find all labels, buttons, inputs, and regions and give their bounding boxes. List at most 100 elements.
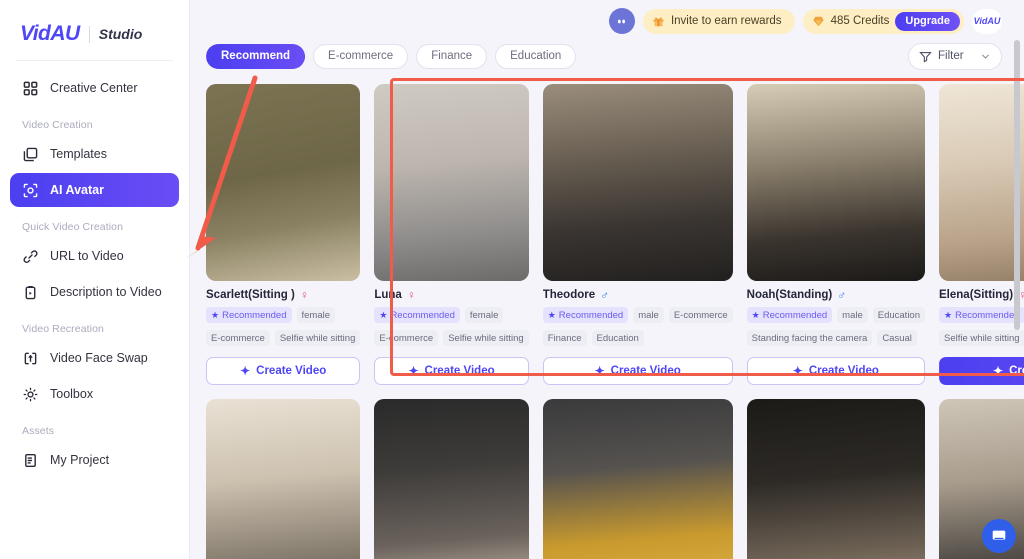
create-video-button[interactable]: ✦ Create Video	[542, 357, 733, 385]
chat-support-button[interactable]	[982, 519, 1016, 553]
vertical-scrollbar[interactable]	[1014, 40, 1020, 330]
avatar-tag: Finance	[542, 330, 587, 346]
avatar-tag: E-commerce	[206, 330, 270, 346]
avatar-tag: Standing facing the camera	[746, 330, 873, 346]
avatar-image	[746, 84, 926, 281]
app-root: VidAU Studio Creative Center Video Creat…	[0, 0, 1024, 559]
avatar-grid: Scarlett(Sitting ) ♀ ★ Recommended female E-c…	[206, 76, 1024, 559]
sidebar-item-label: Video Face Swap	[50, 351, 148, 365]
diamond-icon	[813, 16, 824, 26]
sparkle-icon: ✦	[240, 364, 251, 378]
avatar-card[interactable]	[206, 399, 361, 559]
tab-finance[interactable]: Finance	[416, 43, 488, 69]
sparkle-icon: ✦	[408, 364, 419, 378]
avatar-tag: Education	[591, 330, 644, 346]
avatar-thumbnail[interactable]	[746, 84, 926, 281]
sidebar-item-url-to-video[interactable]: URL to Video	[10, 239, 179, 273]
recommended-label: Recommended	[390, 309, 455, 321]
avatar-thumbnail[interactable]	[374, 399, 529, 559]
avatar-tag-row: Standing facing the camera Casual	[746, 330, 925, 347]
avatar-card[interactable]: Scarlett(Sitting ) ♀ ★ Recommended female E-c…	[206, 84, 361, 385]
female-icon: ♀	[406, 289, 416, 301]
avatar-card[interactable]	[746, 399, 926, 559]
avatar-tag-row: Selfie while sittingCasualLiving room	[939, 330, 1024, 347]
recommended-label: Recommended	[762, 309, 828, 321]
avatar-tag: male	[633, 307, 664, 323]
sidebar-item-toolbox[interactable]: Toolbox	[10, 377, 179, 411]
filter-label: Filter	[938, 50, 964, 62]
avatar-tag: Education	[872, 307, 926, 323]
avatar-card[interactable]: Noah(Standing) ♂ ★ Recommended male Education…	[746, 84, 926, 385]
recommended-label: Recommended	[222, 309, 287, 321]
invite-rewards-button[interactable]: Invite to earn rewards	[642, 8, 795, 34]
avatar-thumbnail[interactable]	[939, 84, 1024, 281]
avatar-tag: female	[296, 307, 336, 323]
create-video-label: Create Video	[424, 365, 495, 377]
credits-pill[interactable]: 485 Credits Upgrade	[802, 8, 964, 34]
sidebar-item-label: AI Avatar	[50, 183, 104, 197]
sidebar-item-templates[interactable]: Templates	[10, 137, 179, 171]
avatar-thumbnail[interactable]	[542, 399, 733, 559]
avatar-tag: E-commerce	[668, 307, 733, 323]
sidebar-item-my-project[interactable]: My Project	[10, 443, 179, 477]
filter-button[interactable]: Filter	[908, 42, 1002, 70]
avatar-image	[206, 399, 361, 559]
create-video-button[interactable]: ✦ Create Video	[374, 357, 529, 385]
avatar-image	[374, 399, 529, 559]
sparkle-icon: ✦	[594, 364, 605, 378]
sidebar-item-creative-center[interactable]: Creative Center	[10, 71, 179, 105]
avatar-name: Elena(Sitting)	[939, 289, 1014, 301]
avatar-thumbnail[interactable]	[206, 399, 361, 559]
recommended-badge: ★ Recommended	[939, 307, 1024, 323]
avatar-thumbnail[interactable]	[374, 84, 529, 281]
avatar-tag: male	[837, 307, 868, 323]
sidebar-item-video-face-swap[interactable]: Video Face Swap	[10, 341, 179, 375]
avatar-name-row: Noah(Standing) ♂	[747, 289, 925, 301]
vidau-badge[interactable]: VidAU	[972, 8, 1002, 34]
avatar-tag-row: E-commerce Selfie while sitting	[374, 330, 529, 347]
avatar-tag: Selfie while sitting	[939, 330, 1024, 346]
sidebar-item-label: Description to Video	[50, 285, 162, 299]
avatar-card[interactable]	[374, 399, 529, 559]
link-icon	[22, 248, 39, 265]
avatar-thumbnail[interactable]	[746, 399, 926, 559]
create-video-button[interactable]: ✦ Create Video	[206, 357, 361, 385]
sidebar-group-label-quick-video-creation: Quick Video Creation	[22, 221, 124, 233]
sidebar-item-label: Creative Center	[50, 81, 138, 95]
discord-button[interactable]	[608, 8, 635, 34]
avatar-tag-row: ★RecommendedfemaleEducation	[939, 307, 1024, 324]
filter-bar: Recommend E-commerce Finance Education F…	[190, 36, 1024, 76]
chevron-down-icon	[982, 54, 989, 59]
avatar-grid-scroll[interactable]: Scarlett(Sitting ) ♀ ★ Recommended female E-c…	[190, 76, 1024, 559]
create-video-button[interactable]: ✦ Create Video	[939, 357, 1024, 385]
avatar-name-row: Elena(Sitting) ♀	[939, 289, 1024, 301]
avatar-tag: Selfie while sitting	[443, 330, 529, 346]
male-icon: ♂	[600, 289, 610, 301]
avatar-image	[939, 84, 1024, 281]
tab-education[interactable]: Education	[495, 43, 577, 69]
sidebar-item-ai-avatar[interactable]: AI Avatar	[10, 173, 179, 207]
brand[interactable]: VidAU Studio	[0, 0, 189, 52]
create-video-button[interactable]: ✦ Create Video	[746, 357, 926, 385]
avatar-thumbnail[interactable]	[542, 84, 733, 281]
avatar-image	[542, 399, 733, 559]
avatar-card[interactable]: Luna ♀ ★ Recommended female E-commerce Selfie …	[374, 84, 529, 385]
avatar-tag: E-commerce	[374, 330, 439, 346]
tab-ecommerce[interactable]: E-commerce	[313, 43, 409, 69]
avatar-thumbnail[interactable]	[206, 84, 361, 281]
avatar-card[interactable]: Theodore ♂ ★ Recommended male E-commerce Finan…	[542, 84, 733, 385]
avatar-name: Scarlett(Sitting )	[206, 289, 295, 301]
star-icon: ★	[379, 309, 388, 320]
avatar-card[interactable]: Elena(Sitting)♀ ★RecommendedfemaleEducati…	[939, 84, 1024, 385]
sidebar-nav: Creative Center Video Creation Templates	[0, 61, 189, 477]
star-icon: ★	[751, 309, 760, 320]
avatar-image	[746, 399, 926, 559]
upgrade-button[interactable]: Upgrade	[895, 11, 960, 31]
sidebar-item-description-to-video[interactable]: Description to Video	[10, 275, 179, 309]
tab-recommend[interactable]: Recommend	[206, 43, 306, 69]
avatar-card[interactable]	[542, 399, 733, 559]
male-icon: ♂	[837, 289, 847, 301]
avatar-tag-row: Finance Education	[542, 330, 733, 347]
avatar-tag-row: ★ Recommended male E-commerce	[542, 307, 733, 324]
recommended-badge: ★ Recommended	[206, 307, 292, 323]
